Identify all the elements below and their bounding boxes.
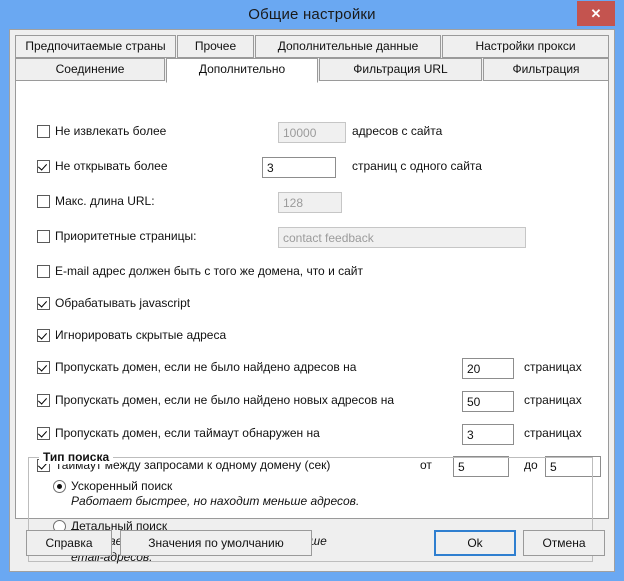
input-max-url-length [278,192,342,213]
ok-button[interactable]: Ok [434,530,516,556]
radio-desc-fast-search: Работает быстрее, но находит меньше адре… [71,494,360,508]
unit-label-max-addresses-per-site: адресов с сайта [352,124,443,138]
cancel-button[interactable]: Отмена [523,530,605,556]
checkbox-label-skip-domain-no-new-addresses: Пропускать домен, если не было найдено н… [55,393,395,407]
input-skip-domain-no-new-addresses[interactable] [462,391,514,412]
tab-2[interactable]: Прочее [177,35,254,58]
tab-4[interactable]: Фильтрация [483,58,609,81]
checkbox-max-pages-per-site[interactable] [37,160,50,173]
checkbox-max-url-length[interactable] [37,195,50,208]
input-skip-domain-timeout[interactable] [462,424,514,445]
checkbox-skip-domain-no-new-addresses[interactable] [37,394,50,407]
unit-label-skip-domain-timeout: страницах [524,426,582,440]
radio-fast-search[interactable] [53,480,66,493]
checkbox-ignore-hidden-addresses[interactable] [37,329,50,342]
input-skip-domain-no-addresses[interactable] [462,358,514,379]
tab-content-advanced: Не извлекать более адресов с сайта Не откр… [15,81,610,564]
title-bar: Общие настройки ✕ [0,0,624,29]
checkbox-label-priority-pages: Приоритетные страницы: [55,229,197,243]
checkbox-max-addresses-per-site[interactable] [37,125,50,138]
checkbox-label-ignore-hidden-addresses: Игнорировать скрытые адреса [55,328,227,342]
input-max-addresses-per-site [278,122,346,143]
settings-dialog-window: Общие настройки ✕ Предпочитаемые страны П… [0,0,624,581]
option-row-skip-domain-no-addresses: Пропускать домен, если не было найдено а… [16,355,610,383]
option-row-ignore-hidden-addresses: Игнорировать скрытые адреса [16,323,610,351]
window-title: Общие настройки [248,6,376,23]
checkbox-process-javascript[interactable] [37,297,50,310]
tab-row-top: Предпочитаемые страны Прочее Дополнительны… [15,35,609,58]
tab-4[interactable]: Настройки прокси [442,35,609,58]
search-type-title: Тип поиска [39,450,114,464]
radio-label-fast-search: Ускоренный поиск [71,479,173,493]
tab-1[interactable]: Предпочитаемые страны [15,35,176,58]
option-row-process-javascript: Обрабатывать javascript [16,291,610,319]
checkbox-priority-pages[interactable] [37,230,50,243]
dialog-footer: Справка Значения по умолчанию Ok Отмена [10,525,614,565]
tab-1[interactable]: Соединение [15,58,165,81]
option-row-max-url-length: Макс. длина URL: [16,189,610,217]
checkbox-label-skip-domain-timeout: Пропускать домен, если таймаут обнаружен… [55,426,320,440]
checkbox-email-same-domain[interactable] [37,265,50,278]
tab-row-bottom: Соединение Дополнительно Фильтрация URL Фил… [15,58,609,83]
option-row-max-addresses-per-site: Не извлекать более адресов с сайта [16,119,610,147]
checkbox-label-email-same-domain: E-mail адрес должен быть с того же домен… [55,264,363,278]
tab-3[interactable]: Фильтрация URL [319,58,482,81]
checkbox-label-max-addresses-per-site: Не извлекать более [55,124,167,138]
checkbox-skip-domain-no-addresses[interactable] [37,361,50,374]
checkbox-label-process-javascript: Обрабатывать javascript [55,296,191,310]
tab-3[interactable]: Дополнительные данные [255,35,441,58]
checkbox-label-skip-domain-no-addresses: Пропускать домен, если не было найдено а… [55,360,357,374]
help-button[interactable]: Справка [26,530,112,556]
checkbox-skip-domain-timeout[interactable] [37,427,50,440]
option-row-email-same-domain: E-mail адрес должен быть с того же домен… [16,259,610,287]
input-priority-pages [278,227,526,248]
tab-selected-2[interactable]: Дополнительно [166,58,318,83]
option-row-skip-domain-no-new-addresses: Пропускать домен, если не было найдено н… [16,388,610,416]
dialog-body: Предпочитаемые страны Прочее Дополнительны… [9,29,615,572]
close-icon[interactable]: ✕ [577,1,615,26]
unit-label-max-pages-per-site: страниц с одного сайта [352,159,482,173]
tab-strip: Предпочитаемые страны Прочее Дополнительны… [15,35,609,83]
checkbox-label-max-url-length: Макс. длина URL: [55,194,155,208]
unit-label-skip-domain-no-addresses: страницах [524,360,582,374]
option-row-priority-pages: Приоритетные страницы: [16,224,610,252]
option-row-skip-domain-timeout: Пропускать домен, если таймаут обнаружен… [16,421,610,449]
defaults-button[interactable]: Значения по умолчанию [120,530,312,556]
checkbox-label-max-pages-per-site: Не открывать более [55,159,168,173]
input-max-pages-per-site[interactable] [262,157,336,178]
option-row-max-pages-per-site: Не открывать более страниц с одного сайта [16,154,610,182]
unit-label-skip-domain-no-new-addresses: страницах [524,393,582,407]
